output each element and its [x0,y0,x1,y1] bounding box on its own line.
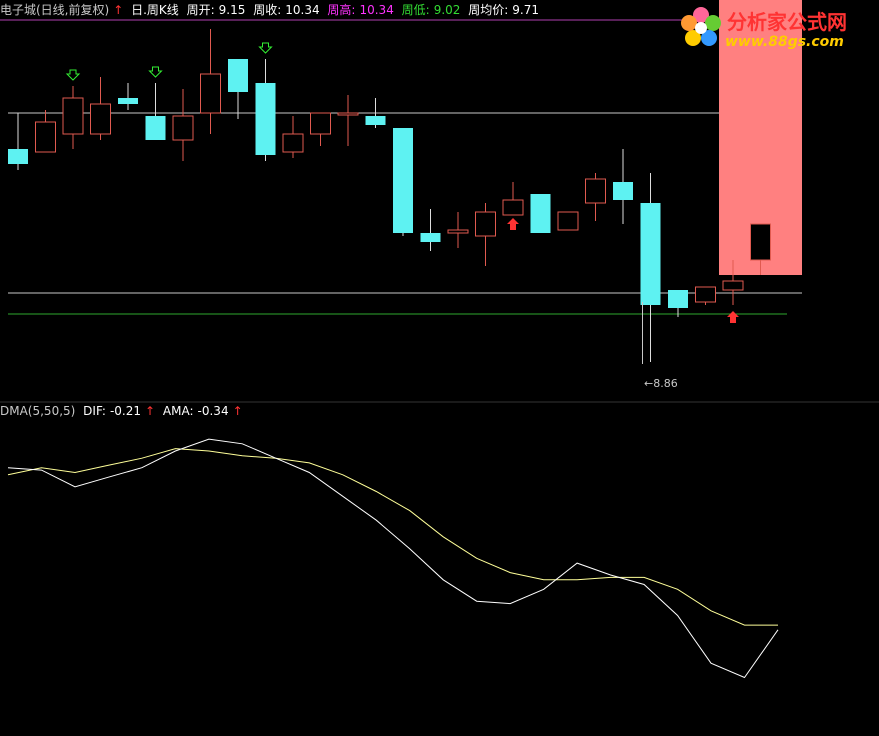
overlay-name: 日.周K线 [131,3,179,17]
candle-body-up [722,280,744,291]
avg-value: 9.71 [512,3,540,17]
dif-value: -0.21 [109,404,142,418]
candle-body-up [337,112,359,116]
open-label: 周开: [186,3,215,17]
logo-brand-text: 分析家公式网 [727,10,847,34]
candle-body-up [502,199,524,216]
candle-body-down [145,116,166,140]
candle-body-up [750,223,771,261]
candle-body-up [585,178,606,204]
candle-body-down [365,116,386,125]
candle-body-down [613,182,633,200]
buy-arrow-icon [727,311,739,323]
ama-up-arrow-icon: ↑ [232,404,243,418]
candle-body-up [172,115,194,141]
flower-logo-icon [681,7,721,46]
candle-body-up [90,103,111,135]
price-header: 电子城(日线,前复权) ↑ 日.周K线 周开: 9.15 周收: 10.34 周高: 1… [0,3,543,17]
candle-body-down [228,59,248,92]
candle-body-up [35,121,56,153]
dif-up-arrow-icon: ↑ [145,404,156,418]
candle-body-down [8,149,28,164]
candle-body-up [200,73,221,114]
candle-body-down [255,83,276,155]
candle-body-up [310,112,331,135]
candle-body-up [282,133,304,153]
open-value: 9.15 [218,3,246,17]
candle-body-down [118,98,138,104]
stock-chart[interactable] [0,0,879,736]
logo-url-text: www.88gs.com [725,34,844,50]
ama-value: -0.34 [197,404,229,418]
sell-arrow-icon [65,69,81,81]
dif-label: DIF: [83,404,106,418]
close-value: 10.34 [285,3,320,17]
dif-line [7,438,779,679]
high-label: 周高: [327,3,356,17]
candle-body-down [393,128,413,233]
candle-body-down [530,194,551,233]
high-value: 10.34 [359,3,394,17]
ama-label: AMA: [162,404,194,418]
site-logo[interactable]: 分析家公式网 www.88gs.com [675,2,875,58]
sell-arrow-icon [148,66,163,78]
candle-body-up [475,211,496,237]
low-price-value: 8.86 [653,377,678,390]
close-label: 周收: [253,3,282,17]
oscillator-header: DMA(5,50,5) DIF: -0.21 ↑ AMA: -0.34 ↑ [0,404,247,418]
buy-arrow-icon [507,218,519,230]
stock-title: 电子城(日线,前复权) [0,3,110,17]
candle-body-up [62,97,84,135]
low-label: 周低: [401,3,430,17]
low-price-marker: ←8.86 [644,377,678,390]
candle-body-down [640,203,661,305]
ama-line [7,448,778,626]
candle-body-up [557,211,579,231]
candle-body-up [447,229,469,234]
low-value: 9.02 [433,3,461,17]
candle-body-down [420,233,441,242]
title-up-arrow-icon: ↑ [113,3,124,17]
sell-arrow-icon [258,42,273,54]
candle-body-down [668,290,688,308]
candle-body-up [695,286,716,303]
oscillator-name: DMA(5,50,5) [0,404,76,418]
avg-label: 周均价: [468,3,509,17]
